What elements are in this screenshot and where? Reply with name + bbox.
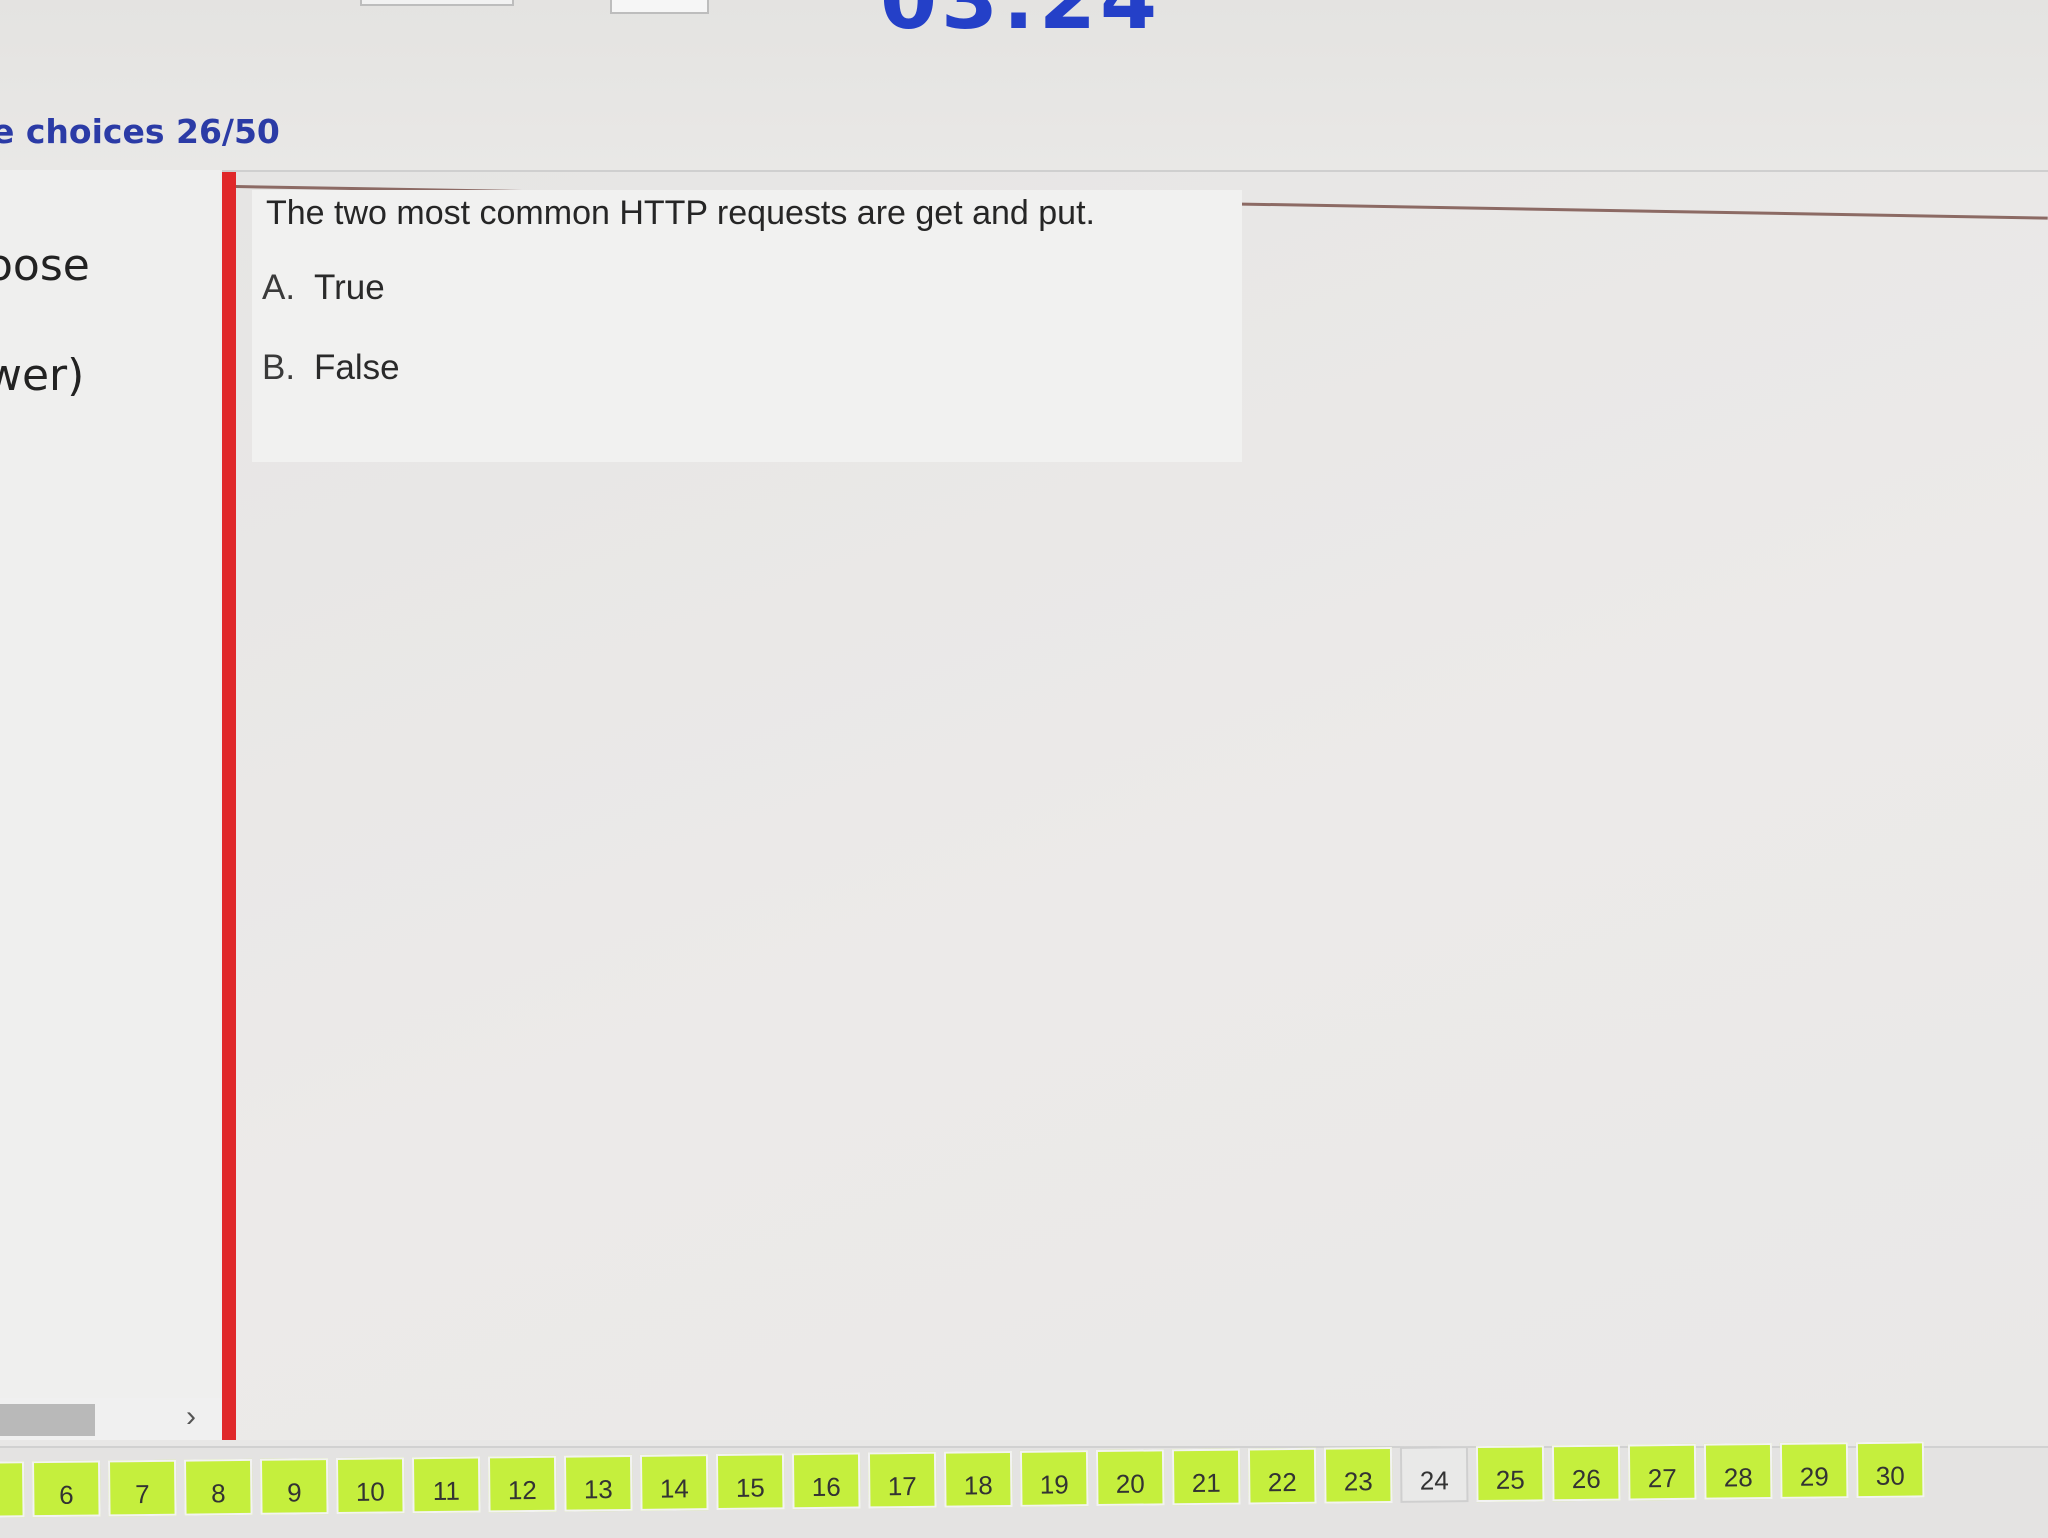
question-nav-button[interactable]: 28 (1703, 1442, 1773, 1500)
header-bar: 03:24 e choices 26/50 (0, 0, 2048, 172)
question-nav-button[interactable]: 5 (0, 1461, 25, 1518)
instruction-line: wer) (0, 350, 85, 401)
header-field[interactable] (360, 0, 514, 6)
question-nav-button[interactable]: 7 (107, 1459, 177, 1517)
scrollbar-thumb[interactable] (0, 1404, 95, 1436)
question-nav-button[interactable]: 6 (31, 1460, 101, 1518)
option-label: False (314, 348, 400, 387)
question-nav-button[interactable]: 16 (791, 1452, 861, 1510)
question-nav-button[interactable]: 25 (1475, 1445, 1545, 1503)
horizontal-scrollbar[interactable]: › (0, 1398, 222, 1440)
question-text: The two most common HTTP requests are ge… (266, 194, 1095, 232)
countdown-timer: 03:24 (880, 0, 1162, 48)
question-nav-button[interactable]: 27 (1627, 1443, 1697, 1501)
question-nav-button[interactable]: 18 (943, 1450, 1013, 1508)
option-letter: A. (262, 268, 296, 307)
option-a[interactable]: A. True (262, 268, 385, 308)
question-nav-button[interactable]: 11 (411, 1456, 481, 1514)
question-nav-button[interactable]: 19 (1019, 1450, 1089, 1507)
question-nav-button[interactable]: 22 (1247, 1447, 1317, 1505)
question-navigator: 5 6 7 8 9 10 11 12 13 14 15 16 17 18 19 … (0, 1441, 2048, 1538)
option-label: True (314, 268, 385, 307)
option-b[interactable]: B. False (262, 348, 400, 388)
header-small-field[interactable] (610, 0, 709, 14)
question-nav-button[interactable]: 17 (867, 1451, 937, 1509)
question-nav-button[interactable]: 21 (1171, 1448, 1241, 1506)
question-number-row: 5 6 7 8 9 10 11 12 13 14 15 16 17 18 19 … (0, 1441, 1925, 1518)
question-card: The two most common HTTP requests are ge… (252, 190, 1242, 462)
instruction-line: oose (0, 240, 90, 291)
question-nav-button[interactable]: 13 (563, 1454, 633, 1512)
section-title: e choices 26/50 (0, 112, 280, 151)
panel-divider[interactable] (222, 172, 236, 1440)
question-nav-button[interactable]: 15 (715, 1453, 785, 1511)
question-nav-button[interactable]: 8 (183, 1458, 253, 1516)
question-nav-button[interactable]: 9 (259, 1458, 329, 1515)
question-nav-button[interactable]: 29 (1779, 1442, 1849, 1499)
question-nav-button[interactable]: 10 (335, 1457, 405, 1515)
question-nav-button[interactable]: 12 (487, 1455, 557, 1513)
question-nav-button[interactable]: 23 (1323, 1446, 1393, 1504)
question-nav-button[interactable]: 20 (1095, 1449, 1165, 1507)
instructions-panel: oose wer) › (0, 170, 222, 1440)
question-nav-button[interactable]: 30 (1855, 1441, 1925, 1499)
question-nav-button[interactable]: 26 (1551, 1444, 1621, 1502)
option-letter: B. (262, 348, 296, 387)
scroll-right-arrow-icon[interactable]: › (186, 1400, 196, 1434)
question-nav-button[interactable]: 14 (639, 1454, 709, 1511)
question-nav-button-current[interactable]: 24 (1399, 1446, 1469, 1503)
